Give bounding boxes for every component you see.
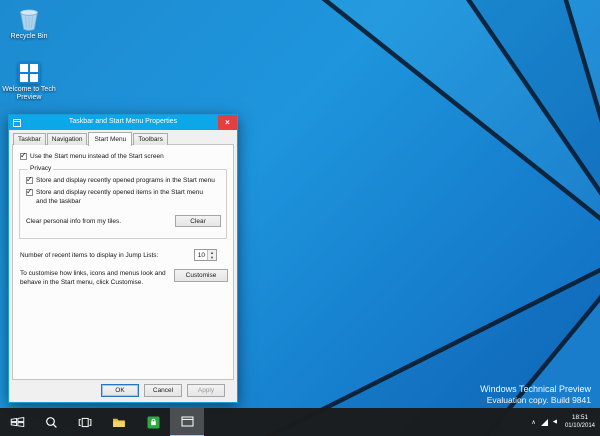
clock-date: 01/10/2014	[565, 422, 595, 430]
ok-button[interactable]: OK	[101, 384, 139, 397]
network-icon[interactable]	[541, 419, 548, 426]
dialog-titlebar[interactable]: Taskbar and Start Menu Properties ×	[9, 115, 237, 130]
checkbox-checked-icon: ✓	[20, 153, 27, 160]
taskbar-properties-dialog: Taskbar and Start Menu Properties × Task…	[8, 114, 238, 403]
watermark-line1: Windows Technical Preview	[480, 384, 591, 394]
file-explorer-icon	[112, 417, 126, 428]
use-start-menu-checkbox[interactable]: ✓ Use the Start menu instead of the Star…	[20, 153, 225, 162]
store-programs-checkbox[interactable]: ✓ Store and display recently opened prog…	[26, 177, 220, 186]
system-tray: ∧ ◀ 18:51 01/10/2014	[531, 408, 600, 436]
customise-label: To customise how links, icons and menus …	[20, 269, 170, 287]
desktop-icon-label: Recycle Bin	[2, 33, 56, 41]
dialog-title: Taskbar and Start Menu Properties	[9, 118, 237, 125]
tab-navigation[interactable]: Navigation	[47, 133, 88, 145]
store-programs-label: Store and display recently opened progra…	[36, 177, 215, 186]
clear-button[interactable]: Clear	[175, 215, 221, 227]
tab-toolbars[interactable]: Toolbars	[133, 133, 168, 145]
clock[interactable]: 18:51 01/10/2014	[565, 414, 595, 431]
privacy-group: Privacy ✓ Store and display recently ope…	[19, 169, 227, 239]
windows-logo-icon	[10, 416, 25, 428]
clear-tiles-label: Clear personal info from my tiles.	[26, 218, 121, 225]
volume-icon[interactable]: ◀	[553, 419, 557, 425]
store-items-checkbox[interactable]: ✓ Store and display recently opened item…	[26, 189, 214, 207]
store-icon	[147, 416, 160, 429]
customise-button[interactable]: Customise	[174, 269, 228, 282]
spinner-arrows: ▲ ▼	[207, 250, 216, 260]
jump-list-count-spinner[interactable]: 10 ▲ ▼	[194, 249, 217, 261]
privacy-legend: Privacy	[28, 165, 53, 172]
search-button[interactable]	[34, 408, 68, 436]
task-view-icon	[78, 417, 92, 428]
store-button[interactable]	[136, 408, 170, 436]
jump-lists-row: Number of recent items to display in Jum…	[20, 249, 217, 261]
task-view-button[interactable]	[68, 408, 102, 436]
dialog-buttons: OK Cancel Apply	[101, 384, 225, 397]
jump-list-count-value: 10	[195, 250, 207, 260]
checkbox-checked-icon: ✓	[26, 177, 33, 184]
desktop-icon-welcome[interactable]: Welcome to Tech Preview	[2, 60, 56, 102]
cancel-button[interactable]: Cancel	[144, 384, 182, 397]
file-explorer-button[interactable]	[102, 408, 136, 436]
jump-lists-label: Number of recent items to display in Jum…	[20, 252, 158, 259]
taskbar: ∧ ◀ 18:51 01/10/2014	[0, 408, 600, 436]
search-icon	[45, 416, 58, 429]
desktop: Recycle Bin Welcome to Tech Preview Wind…	[0, 0, 600, 436]
watermark-line2: Evaluation copy. Build 9841	[480, 395, 591, 405]
clear-tiles-row: Clear personal info from my tiles. Clear	[26, 214, 221, 228]
desktop-icon-recycle-bin[interactable]: Recycle Bin	[2, 6, 56, 41]
tab-taskbar[interactable]: Taskbar	[13, 133, 46, 145]
close-icon: ×	[225, 119, 230, 127]
apply-button[interactable]: Apply	[187, 384, 225, 397]
spinner-down-icon[interactable]: ▼	[208, 255, 216, 260]
clock-time: 18:51	[565, 414, 595, 423]
recycle-bin-icon	[16, 6, 42, 32]
customise-row: To customise how links, icons and menus …	[20, 269, 228, 287]
tab-page-start-menu: ✓ Use the Start menu instead of the Star…	[12, 144, 234, 380]
hidden-icons-button[interactable]: ∧	[531, 419, 535, 426]
tab-start-menu[interactable]: Start Menu	[88, 132, 132, 146]
watermark: Windows Technical Preview Evaluation cop…	[480, 384, 591, 405]
welcome-tile-icon	[18, 62, 40, 84]
taskbar-properties-window-button[interactable]	[170, 408, 204, 436]
tab-strip: Taskbar Navigation Start Menu Toolbars	[13, 132, 169, 145]
checkbox-checked-icon: ✓	[26, 189, 33, 196]
use-start-menu-label: Use the Start menu instead of the Start …	[30, 153, 164, 162]
window-icon	[181, 416, 194, 427]
start-button[interactable]	[0, 408, 34, 436]
store-items-label: Store and display recently opened items …	[36, 189, 214, 207]
close-button[interactable]: ×	[218, 115, 237, 130]
desktop-icon-label: Welcome to Tech Preview	[2, 86, 56, 102]
